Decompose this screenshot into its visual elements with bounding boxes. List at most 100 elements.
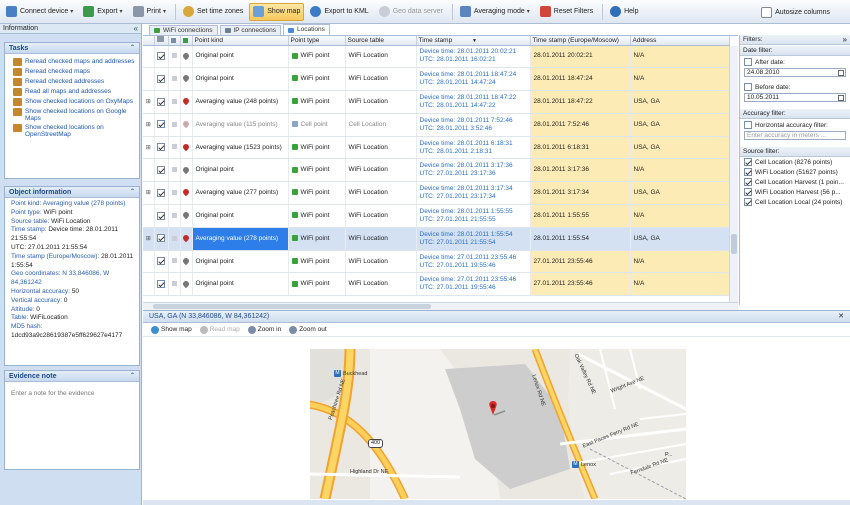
- after-date-checkbox[interactable]: [744, 58, 752, 66]
- table-row[interactable]: Original point WiFi point WiFi Location Dev…: [143, 45, 730, 69]
- row-checkbox[interactable]: [157, 234, 165, 243]
- before-date-field[interactable]: 10.05.2011: [744, 93, 846, 102]
- row-checkbox[interactable]: [157, 211, 165, 220]
- row-checkbox[interactable]: [157, 97, 165, 106]
- help-button[interactable]: Help: [606, 3, 642, 21]
- row-checkbox-cell[interactable]: [154, 90, 169, 114]
- expand-row-toggle[interactable]: ⊞: [143, 113, 155, 137]
- export-button[interactable]: Export ▾: [79, 3, 126, 21]
- source-filter-item[interactable]: WiFi Location Harvest (56 p...: [740, 187, 850, 197]
- reset-filters-button[interactable]: Reset Filters: [536, 3, 597, 21]
- row-checkbox[interactable]: [157, 257, 165, 266]
- expand-row-toggle[interactable]: ⊞: [143, 136, 155, 160]
- column-header-address[interactable]: Address: [630, 36, 730, 46]
- scrollbar-thumb[interactable]: [731, 234, 737, 254]
- expand-row-toggle[interactable]: ⊞: [143, 90, 155, 114]
- row-checkbox[interactable]: [157, 74, 165, 83]
- horizontal-accuracy-checkbox[interactable]: [744, 121, 752, 129]
- after-date-row[interactable]: After date:: [740, 56, 850, 68]
- expand-row-toggle[interactable]: ⊞: [143, 227, 155, 251]
- map-view[interactable]: M Buckhead Lenox Rd NE Peachtree Rd NE O…: [310, 349, 686, 499]
- row-checkbox[interactable]: [157, 166, 165, 175]
- task-link[interactable]: Reread checked maps and addresses: [5, 57, 139, 67]
- row-checkbox-cell[interactable]: [154, 158, 169, 183]
- row-checkbox-cell[interactable]: [154, 113, 169, 137]
- row-checkbox[interactable]: [157, 188, 165, 197]
- row-flag-cell[interactable]: [168, 272, 181, 297]
- row-checkbox[interactable]: [157, 143, 165, 152]
- source-checkbox[interactable]: [744, 188, 752, 196]
- set-time-zones-button[interactable]: Set time zones: [179, 3, 247, 21]
- row-flag-cell[interactable]: [168, 204, 181, 228]
- calendar-icon[interactable]: [838, 95, 844, 101]
- source-filter-item[interactable]: Cell Location Local (24 points): [740, 197, 850, 207]
- map-column-header[interactable]: [180, 36, 193, 46]
- tab-wifi-connections[interactable]: WiFi connections: [149, 25, 218, 35]
- before-date-checkbox[interactable]: [744, 83, 752, 91]
- expand-row-toggle[interactable]: [143, 45, 155, 69]
- column-header-point-kind[interactable]: Point kind: [192, 36, 289, 46]
- row-checkbox-cell[interactable]: [154, 45, 169, 69]
- autosize-columns-button[interactable]: Autosize columns: [757, 3, 834, 21]
- task-link[interactable]: Show checked locations on OpenStreetMap: [5, 123, 139, 139]
- collapse-icon[interactable]: ⌃: [130, 43, 135, 54]
- expand-row-toggle[interactable]: [143, 204, 155, 228]
- check-column-header[interactable]: [154, 36, 169, 46]
- expand-row-toggle[interactable]: [143, 67, 155, 92]
- evidence-note-input[interactable]: Enter a note for the evidence: [5, 382, 139, 405]
- geo-data-server-button[interactable]: Geo data server: [375, 3, 447, 21]
- expand-row-toggle[interactable]: [143, 158, 155, 183]
- close-icon[interactable]: ✕: [838, 311, 844, 323]
- read-map-tool[interactable]: Read map: [199, 325, 240, 334]
- table-row[interactable]: ⊞ Averaging value (1523 points) WiFi point…: [143, 136, 730, 160]
- column-header-time-stamp-moscow[interactable]: Time stamp (Europe/Moscow): [530, 36, 631, 46]
- tab-ip-connections[interactable]: IP connections: [219, 25, 282, 35]
- averaging-mode-button[interactable]: Averaging mode ▾: [456, 3, 534, 21]
- row-checkbox[interactable]: [157, 120, 165, 129]
- print-button[interactable]: Print ▾: [129, 3, 170, 21]
- expand-row-toggle[interactable]: [143, 272, 155, 297]
- accuracy-input[interactable]: Enter accuracy in meters ...: [744, 131, 846, 140]
- row-checkbox-cell[interactable]: [154, 250, 169, 274]
- tab-locations[interactable]: Locations: [283, 24, 330, 35]
- source-checkbox[interactable]: [744, 168, 752, 176]
- table-row[interactable]: ⊞ Averaging value (278 points) WiFi point W…: [143, 227, 730, 251]
- task-link[interactable]: Read all maps and addresses: [5, 87, 139, 97]
- task-link[interactable]: Reread checked maps: [5, 67, 139, 77]
- row-checkbox-cell[interactable]: [154, 67, 169, 92]
- before-date-row[interactable]: Before date:: [740, 81, 850, 93]
- row-checkbox-cell[interactable]: [154, 136, 169, 160]
- column-header-point-type[interactable]: Point type: [288, 36, 346, 46]
- export-kml-button[interactable]: Export to KML: [306, 3, 372, 21]
- zoom-in-tool[interactable]: Zoom in: [247, 325, 281, 334]
- table-row[interactable]: Original point WiFi point WiFi Location Dev…: [143, 250, 730, 274]
- flag-column-header[interactable]: [168, 36, 181, 46]
- row-flag-cell[interactable]: [168, 250, 181, 274]
- column-header-time-stamp[interactable]: Time stamp ▼: [416, 36, 531, 46]
- collapse-icon[interactable]: ⌃: [130, 187, 135, 198]
- show-map-tool[interactable]: Show map: [151, 325, 192, 334]
- collapse-panel-icon[interactable]: «: [134, 24, 138, 34]
- row-flag-cell[interactable]: [168, 90, 181, 114]
- table-row[interactable]: Original point WiFi point WiFi Location Dev…: [143, 67, 730, 92]
- connect-device-button[interactable]: Connect device ▾: [2, 3, 77, 21]
- table-row[interactable]: ⊞ Averaging value (277 points) WiFi point W…: [143, 181, 730, 206]
- row-flag-cell[interactable]: [168, 113, 181, 137]
- grid-vertical-scrollbar[interactable]: [729, 46, 738, 303]
- task-link[interactable]: Show checked locations on Google Maps: [5, 107, 139, 123]
- zoom-out-tool[interactable]: Zoom out: [289, 325, 327, 334]
- table-row[interactable]: ⊞ Averaging value (248 points) WiFi point W…: [143, 90, 730, 114]
- calendar-icon[interactable]: [838, 70, 844, 76]
- row-flag-cell[interactable]: [168, 158, 181, 183]
- row-flag-cell[interactable]: [168, 227, 181, 251]
- source-filter-item[interactable]: WiFi Location (51627 points): [740, 167, 850, 177]
- row-checkbox[interactable]: [157, 52, 165, 61]
- horizontal-accuracy-row[interactable]: Horizontal accuracy filter:: [740, 119, 850, 131]
- row-checkbox-cell[interactable]: [154, 227, 169, 251]
- source-filter-item[interactable]: Cell Location Harvest (1 poin...: [740, 177, 850, 187]
- grid-horizontal-scrollbar[interactable]: [143, 302, 738, 310]
- row-checkbox-cell[interactable]: [154, 272, 169, 297]
- row-flag-cell[interactable]: [168, 181, 181, 206]
- row-flag-cell[interactable]: [168, 45, 181, 69]
- expand-row-toggle[interactable]: ⊞: [143, 181, 155, 206]
